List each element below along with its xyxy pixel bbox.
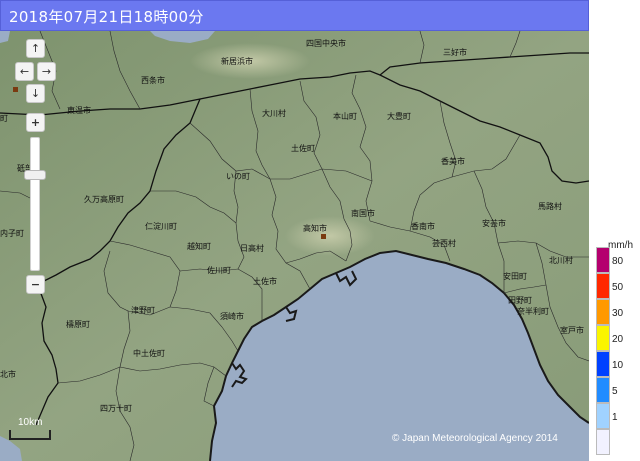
kochi-city-marker (321, 234, 326, 239)
legend-value: 50 (612, 282, 624, 293)
legend-color-swatch (596, 429, 610, 455)
place-label: 津野町 (131, 306, 155, 315)
place-label: 馬路村 (538, 202, 562, 211)
legend-value: 5 (612, 386, 618, 397)
precipitation-legend: mm/h 80 50 30 20 10 5 1 (594, 240, 640, 461)
place-label: 北市 (0, 370, 16, 379)
place-label: 町 (0, 114, 8, 123)
place-label: 内子町 (0, 229, 24, 238)
place-label: 田野町 (508, 296, 532, 305)
datetime-title: 2018年07月21日18時00分 (9, 8, 204, 26)
pan-up-button[interactable]: ↑ (26, 39, 45, 58)
legend-value: 80 (612, 256, 624, 267)
pan-right-button[interactable]: → (37, 62, 56, 81)
place-label: 日高村 (240, 244, 264, 253)
map-canvas[interactable] (0, 31, 589, 461)
place-label: 土佐町 (291, 144, 315, 153)
place-label: いの町 (226, 172, 250, 181)
zoom-in-button[interactable]: + (26, 113, 45, 132)
pan-down-button[interactable]: ↓ (26, 84, 45, 103)
legend-color-swatch (596, 247, 610, 273)
zoom-out-button[interactable]: − (26, 275, 45, 294)
plain-kochi (285, 216, 375, 256)
place-label: 東温市 (67, 106, 91, 115)
legend-unit: mm/h (608, 240, 633, 251)
place-label: 安芸市 (482, 219, 506, 228)
place-label: 香美市 (441, 157, 465, 166)
scale-label: 10km (18, 417, 43, 428)
place-label: 芸西村 (432, 239, 456, 248)
place-label: 檮原町 (66, 320, 90, 329)
legend-value: 1 (612, 412, 618, 423)
place-label: 本山町 (333, 112, 357, 121)
place-label: 久万高原町 (84, 195, 124, 204)
legend-color-swatch (596, 403, 610, 429)
pan-left-button[interactable]: ← (15, 62, 34, 81)
place-label: 四万十町 (100, 404, 132, 413)
legend-color-swatch (596, 351, 610, 377)
legend-color-swatch (596, 325, 610, 351)
place-label: 土佐市 (253, 277, 277, 286)
place-label: 仁淀川町 (145, 222, 177, 231)
place-label: 大川村 (262, 109, 286, 118)
place-label: 北川村 (549, 256, 573, 265)
place-label: 室戸市 (560, 326, 584, 335)
legend-value: 20 (612, 334, 624, 345)
place-label: 香南市 (411, 222, 435, 231)
place-label: 新居浜市 (221, 57, 253, 66)
legend-value: 30 (612, 308, 624, 319)
place-label: 四国中央市 (306, 39, 346, 48)
place-label: 佐川町 (207, 266, 231, 275)
place-label: 南国市 (351, 209, 375, 218)
place-label: 高知市 (303, 224, 327, 233)
legend-color-swatch (596, 299, 610, 325)
place-label: 安田町 (503, 272, 527, 281)
title-bar: 2018年07月21日18時00分 (0, 0, 589, 31)
place-label: 奈半利町 (517, 307, 549, 316)
legend-value: 10 (612, 360, 624, 371)
map-view[interactable]: 四国中央市 新居浜市 三好市 西条市 東温市 大川村 本山町 大豊町 土佐町 香… (0, 31, 589, 461)
zoom-slider-handle[interactable] (24, 170, 46, 180)
place-label: 三好市 (443, 48, 467, 57)
legend-color-swatch (596, 377, 610, 403)
place-label: 須崎市 (220, 312, 244, 321)
zoom-slider-track[interactable] (30, 137, 40, 271)
place-label: 越知町 (187, 242, 211, 251)
place-label: 西条市 (141, 76, 165, 85)
legend-color-swatch (596, 273, 610, 299)
place-label: 大豊町 (387, 112, 411, 121)
place-label: 中土佐町 (133, 349, 165, 358)
copyright-text: © Japan Meteorological Agency 2014 (392, 433, 558, 444)
matsuyama-marker (13, 87, 18, 92)
